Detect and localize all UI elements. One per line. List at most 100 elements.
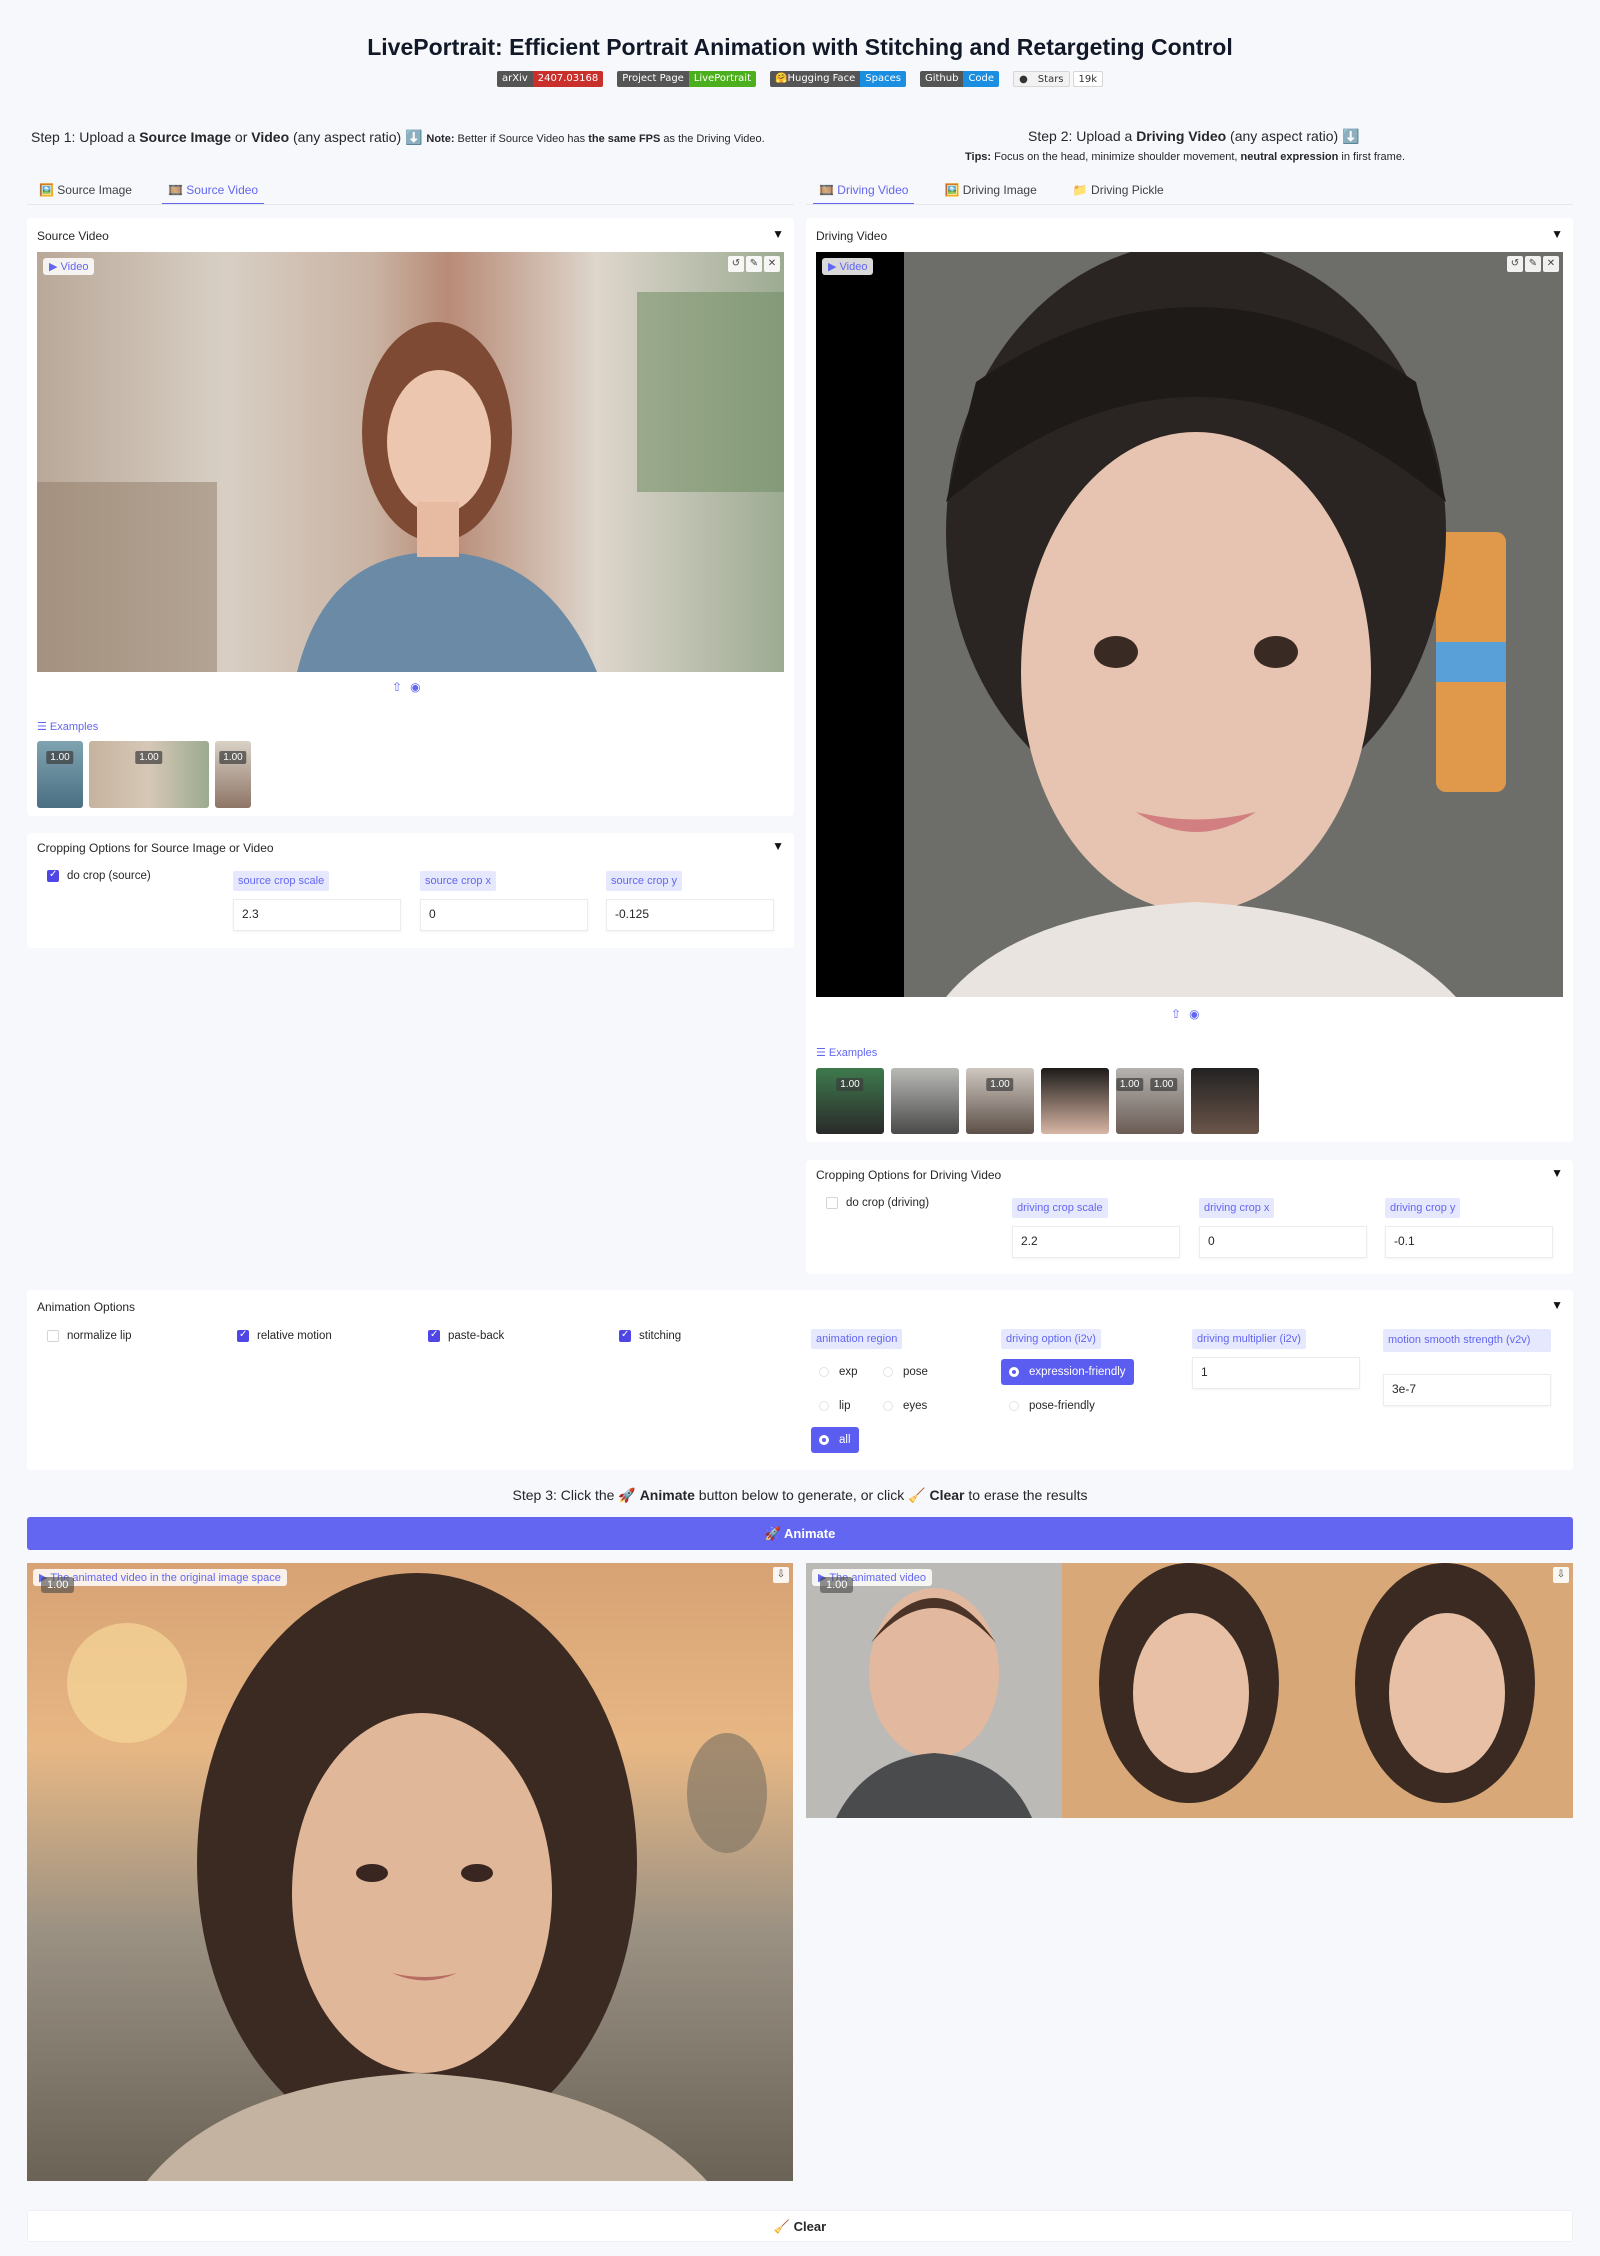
playback-rate: 1.00 xyxy=(820,1577,854,1593)
source-tabs: 🖼️ Source Image 🎞️ Source Video xyxy=(33,183,265,205)
driving-tabs: 🎞️ Driving Video 🖼️ Driving Image 📁 Driv… xyxy=(813,183,1170,205)
clear-button[interactable]: 🧹 Clear xyxy=(27,2210,1573,2242)
download-icon[interactable]: ⇩ xyxy=(773,1567,789,1583)
driving-video-panel: Driving Video ▼ ▶ Video ↺ ✎ ✕ ⇧◉ ☰ Examp… xyxy=(806,218,1573,1142)
upload-icon[interactable]: ⇧ xyxy=(392,680,410,694)
output-video-concat[interactable]: ▶ The animated video 1.00 ⇩ xyxy=(806,1563,1573,1818)
animate-button[interactable]: 🚀 Animate xyxy=(27,1517,1573,1550)
close-icon[interactable]: ✕ xyxy=(1543,256,1559,272)
source-video-controls: ↺ ✎ ✕ xyxy=(728,256,780,272)
source-upload-controls: ⇧◉ xyxy=(392,680,429,694)
video-icon: ▶ xyxy=(828,261,840,273)
stitching-checkbox[interactable]: stitching xyxy=(619,1329,681,1342)
tab-source-image[interactable]: 🖼️ Source Image xyxy=(33,183,138,205)
source-crop-x-input[interactable]: 0 xyxy=(420,899,588,931)
output1-controls: ⇩ xyxy=(773,1567,789,1583)
expression-friendly-radio[interactable]: expression-friendly xyxy=(1001,1359,1134,1385)
video-chip: ▶ Video xyxy=(822,258,874,275)
source-crop-y-label: source crop y xyxy=(606,871,683,891)
motion-smooth-label: motion smooth strength (v2v) xyxy=(1383,1329,1551,1352)
driving-crop-scale-input[interactable]: 2.2 xyxy=(1012,1226,1180,1258)
source-crop-y-input[interactable]: -0.125 xyxy=(606,899,774,931)
region-lip-radio[interactable]: lip xyxy=(811,1393,859,1419)
motion-smooth-input[interactable]: 3e-7 xyxy=(1383,1374,1551,1406)
tab-driving-video[interactable]: 🎞️ Driving Video xyxy=(813,183,915,205)
collapse-icon[interactable]: ▼ xyxy=(1551,227,1563,241)
github-badge[interactable]: Github Code xyxy=(919,71,1000,87)
animation-options-panel: Animation Options ▼ normalize lip relati… xyxy=(27,1290,1573,1470)
driving-crop-panel: Cropping Options for Driving Video ▼ do … xyxy=(806,1160,1573,1274)
driving-multiplier-input[interactable]: 1 xyxy=(1192,1357,1360,1389)
do-crop-source-checkbox[interactable]: do crop (source) xyxy=(47,869,151,882)
driving-multiplier-label: driving multiplier (i2v) xyxy=(1192,1329,1306,1349)
driving-crop-x-label: driving crop x xyxy=(1199,1198,1275,1218)
animation-region-label: animation region xyxy=(811,1329,903,1349)
driving-video-label: Driving Video xyxy=(816,229,888,243)
source-example-thumb[interactable]: 1.00 xyxy=(89,741,209,808)
driving-crop-y-input[interactable]: -0.1 xyxy=(1385,1226,1553,1258)
collapse-icon[interactable]: ▼ xyxy=(1551,1166,1563,1180)
driving-example-thumb[interactable] xyxy=(891,1068,959,1134)
pose-friendly-radio[interactable]: pose-friendly xyxy=(1001,1393,1103,1419)
hugging-face-badge[interactable]: 🤗Hugging Face Spaces xyxy=(770,71,906,87)
driving-example-thumb[interactable]: 1.00 xyxy=(816,1068,884,1134)
output-video-original-space[interactable]: ▶ The animated video in the original ima… xyxy=(27,1563,793,2181)
edit-icon[interactable]: ✎ xyxy=(746,256,762,272)
driving-video-controls: ↺ ✎ ✕ xyxy=(1507,256,1559,272)
tab-driving-image[interactable]: 🖼️ Driving Image xyxy=(938,183,1042,205)
edit-icon[interactable]: ✎ xyxy=(1525,256,1541,272)
driving-crop-label: Cropping Options for Driving Video xyxy=(816,1168,1002,1182)
source-example-thumb[interactable]: 1.00 xyxy=(37,741,83,808)
region-all-radio[interactable]: all xyxy=(811,1427,859,1453)
source-crop-scale-label: source crop scale xyxy=(233,871,330,891)
upload-icon[interactable]: ⇧ xyxy=(1171,1007,1189,1021)
driving-example-thumb[interactable] xyxy=(1041,1068,1109,1134)
video-icon: ▶ xyxy=(49,261,61,273)
driving-example-thumb[interactable]: 1.00 1.00 xyxy=(1116,1068,1184,1134)
webcam-icon[interactable]: ◉ xyxy=(1189,1007,1207,1021)
driving-video-player[interactable]: ▶ Video ↺ ✎ ✕ xyxy=(816,252,1563,997)
close-icon[interactable]: ✕ xyxy=(764,256,780,272)
arxiv-badge[interactable]: arXiv 2407.03168 xyxy=(496,71,604,87)
driving-upload-controls: ⇧◉ xyxy=(1171,1007,1208,1021)
step2-instructions: Step 2: Upload a Driving Video (any aspe… xyxy=(1028,128,1360,144)
download-icon[interactable]: ⇩ xyxy=(1553,1567,1569,1583)
playback-rate: 1.00 xyxy=(41,1577,75,1593)
do-crop-driving-checkbox[interactable]: do crop (driving) xyxy=(826,1197,929,1209)
driving-example-thumb[interactable] xyxy=(1191,1068,1259,1134)
region-eyes-radio[interactable]: eyes xyxy=(875,1393,935,1419)
github-stars[interactable]: ● Stars 19k xyxy=(1013,71,1104,87)
driving-crop-x-input[interactable]: 0 xyxy=(1199,1226,1367,1258)
collapse-icon[interactable]: ▼ xyxy=(1551,1298,1563,1312)
source-video-panel: Source Video ▼ ▶ Video ↺ ✎ ✕ ⇧◉ ☰ Exampl… xyxy=(27,218,794,816)
undo-icon[interactable]: ↺ xyxy=(728,256,744,272)
webcam-icon[interactable]: ◉ xyxy=(410,680,428,694)
normalize-lip-checkbox[interactable]: normalize lip xyxy=(47,1330,132,1342)
project-page-badge[interactable]: Project Page LivePortrait xyxy=(617,71,757,87)
source-crop-label: Cropping Options for Source Image or Vid… xyxy=(37,841,274,855)
undo-icon[interactable]: ↺ xyxy=(1507,256,1523,272)
collapse-icon[interactable]: ▼ xyxy=(772,227,784,241)
source-crop-scale-input[interactable]: 2.3 xyxy=(233,899,401,931)
source-example-thumb[interactable]: 1.00 xyxy=(215,741,251,808)
driving-example-thumb[interactable]: 1.00 xyxy=(966,1068,1034,1134)
collapse-icon[interactable]: ▼ xyxy=(772,839,784,853)
relative-motion-checkbox[interactable]: relative motion xyxy=(237,1329,332,1342)
source-crop-x-label: source crop x xyxy=(420,871,497,891)
step3-instructions: Step 3: Click the 🚀 Animate button below… xyxy=(512,1487,1088,1503)
region-pose-radio[interactable]: pose xyxy=(875,1359,936,1385)
tab-source-video[interactable]: 🎞️ Source Video xyxy=(161,183,265,205)
paste-back-checkbox[interactable]: paste-back xyxy=(428,1329,504,1342)
source-examples-label: ☰ Examples xyxy=(37,721,99,733)
badge-row: arXiv 2407.03168 Project Page LivePortrait… xyxy=(0,71,1600,87)
tab-driving-pickle[interactable]: 📁 Driving Pickle xyxy=(1067,183,1170,205)
step2-tips: Tips: Focus on the head, minimize should… xyxy=(965,151,1405,163)
region-exp-radio[interactable]: exp xyxy=(811,1359,866,1385)
driving-crop-y-label: driving crop y xyxy=(1385,1198,1461,1218)
source-crop-panel: Cropping Options for Source Image or Vid… xyxy=(27,833,794,948)
source-video-label: Source Video xyxy=(37,229,109,243)
video-chip: ▶ Video xyxy=(43,258,95,275)
driving-crop-scale-label: driving crop scale xyxy=(1012,1198,1108,1218)
github-icon: ● xyxy=(1019,74,1028,85)
source-video-player[interactable]: ▶ Video ↺ ✎ ✕ xyxy=(37,252,784,672)
